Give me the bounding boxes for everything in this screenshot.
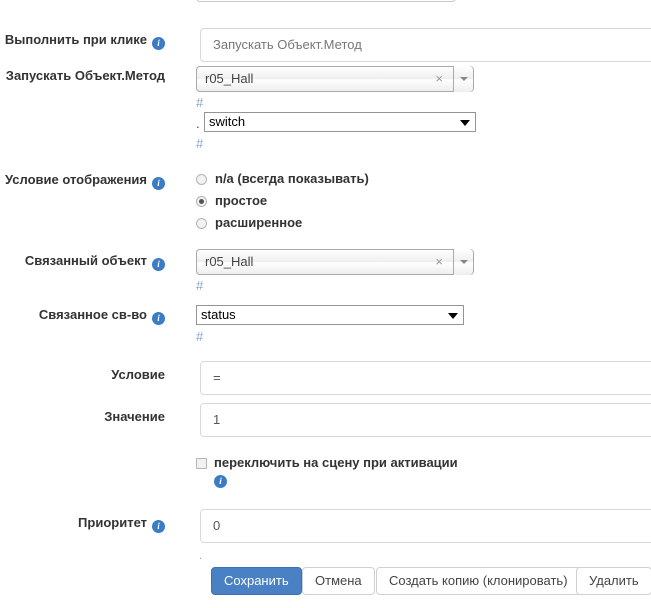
label-display-condition-text: Условие отображения <box>5 172 147 187</box>
dropdown-arrow-icon <box>448 313 458 319</box>
label-display-condition: Условие отображения i <box>0 172 165 190</box>
radio-button-extended[interactable] <box>196 218 207 229</box>
condition-value: = <box>213 370 221 385</box>
save-button[interactable]: Сохранить <box>211 567 302 595</box>
radio-label-extended: расширенное <box>215 215 302 231</box>
object-method-select2-value: r05_Hall <box>205 67 253 91</box>
method-select-value: switch <box>209 113 245 131</box>
label-condition-text: Условие <box>111 367 165 382</box>
radio-label-simple: простое <box>215 193 267 209</box>
info-icon[interactable]: i <box>152 258 165 271</box>
method-dot-prefix: . <box>196 117 200 131</box>
label-priority-text: Приоритет <box>78 515 147 530</box>
switch-scene-label: переключить на сцену при активации <box>214 455 458 471</box>
clear-icon[interactable]: × <box>435 67 443 91</box>
info-icon[interactable]: i <box>214 475 227 488</box>
linked-property-select[interactable]: status <box>196 305 464 325</box>
label-priority: Приоритет i <box>0 515 165 533</box>
label-execute-on-click: Выполнить при клике i <box>0 32 165 50</box>
info-icon[interactable]: i <box>152 37 165 50</box>
chevron-down-icon[interactable] <box>453 66 473 92</box>
switch-scene-checkbox[interactable] <box>196 458 207 469</box>
label-linked-property-text: Связанное св-во <box>39 307 147 322</box>
clear-icon[interactable]: × <box>435 250 443 274</box>
condition-input[interactable]: = <box>200 361 651 395</box>
linked-property-hash-link[interactable]: # <box>196 330 203 344</box>
radio-label-na: n/a (всегда показывать) <box>215 171 369 187</box>
label-linked-object: Связанный объект i <box>0 253 165 271</box>
radio-button-simple[interactable] <box>196 196 207 207</box>
dropdown-arrow-icon <box>460 120 470 126</box>
execute-on-click-value: Запускать Объект.Метод <box>213 37 362 52</box>
method-select[interactable]: switch <box>204 112 476 132</box>
chevron-down-icon[interactable] <box>453 249 473 275</box>
label-object-method: Запускать Объект.Метод <box>0 68 165 84</box>
trailing-dot: . <box>199 551 202 561</box>
settings-form-page: Выполнить при клике i Запускать Объект.Ме… <box>0 0 651 608</box>
label-linked-property: Связанное св-во i <box>0 307 165 325</box>
label-object-method-text: Запускать Объект.Метод <box>6 68 165 83</box>
clone-button[interactable]: Создать копию (клонировать) <box>376 567 581 595</box>
delete-button[interactable]: Удалить <box>576 567 651 595</box>
priority-value: 0 <box>213 518 220 533</box>
radio-button-na[interactable] <box>196 174 207 185</box>
label-value: Значение <box>0 409 165 425</box>
label-execute-on-click-text: Выполнить при клике <box>5 32 147 47</box>
label-linked-object-text: Связанный объект <box>25 253 147 268</box>
linked-object-select2-value: r05_Hall <box>205 250 253 274</box>
cancel-button[interactable]: Отмена <box>302 567 375 595</box>
value-input[interactable]: 1 <box>200 403 651 437</box>
info-icon[interactable]: i <box>152 520 165 533</box>
info-icon[interactable]: i <box>152 177 165 190</box>
execute-on-click-input[interactable]: Запускать Объект.Метод <box>200 28 651 62</box>
value-field-value: 1 <box>213 412 220 427</box>
info-icon[interactable]: i <box>152 312 165 325</box>
object-method-hash-link[interactable]: # <box>196 96 203 110</box>
method-hash-link[interactable]: # <box>196 137 203 151</box>
linked-object-hash-link[interactable]: # <box>196 279 203 293</box>
label-condition: Условие <box>0 367 165 383</box>
label-value-text: Значение <box>104 409 165 424</box>
object-method-select2[interactable]: r05_Hall × <box>196 66 474 92</box>
priority-input[interactable]: 0 <box>200 509 651 543</box>
linked-object-select2[interactable]: r05_Hall × <box>196 249 474 275</box>
linked-property-select-value: status <box>201 306 236 324</box>
clipped-field-above <box>196 0 456 2</box>
